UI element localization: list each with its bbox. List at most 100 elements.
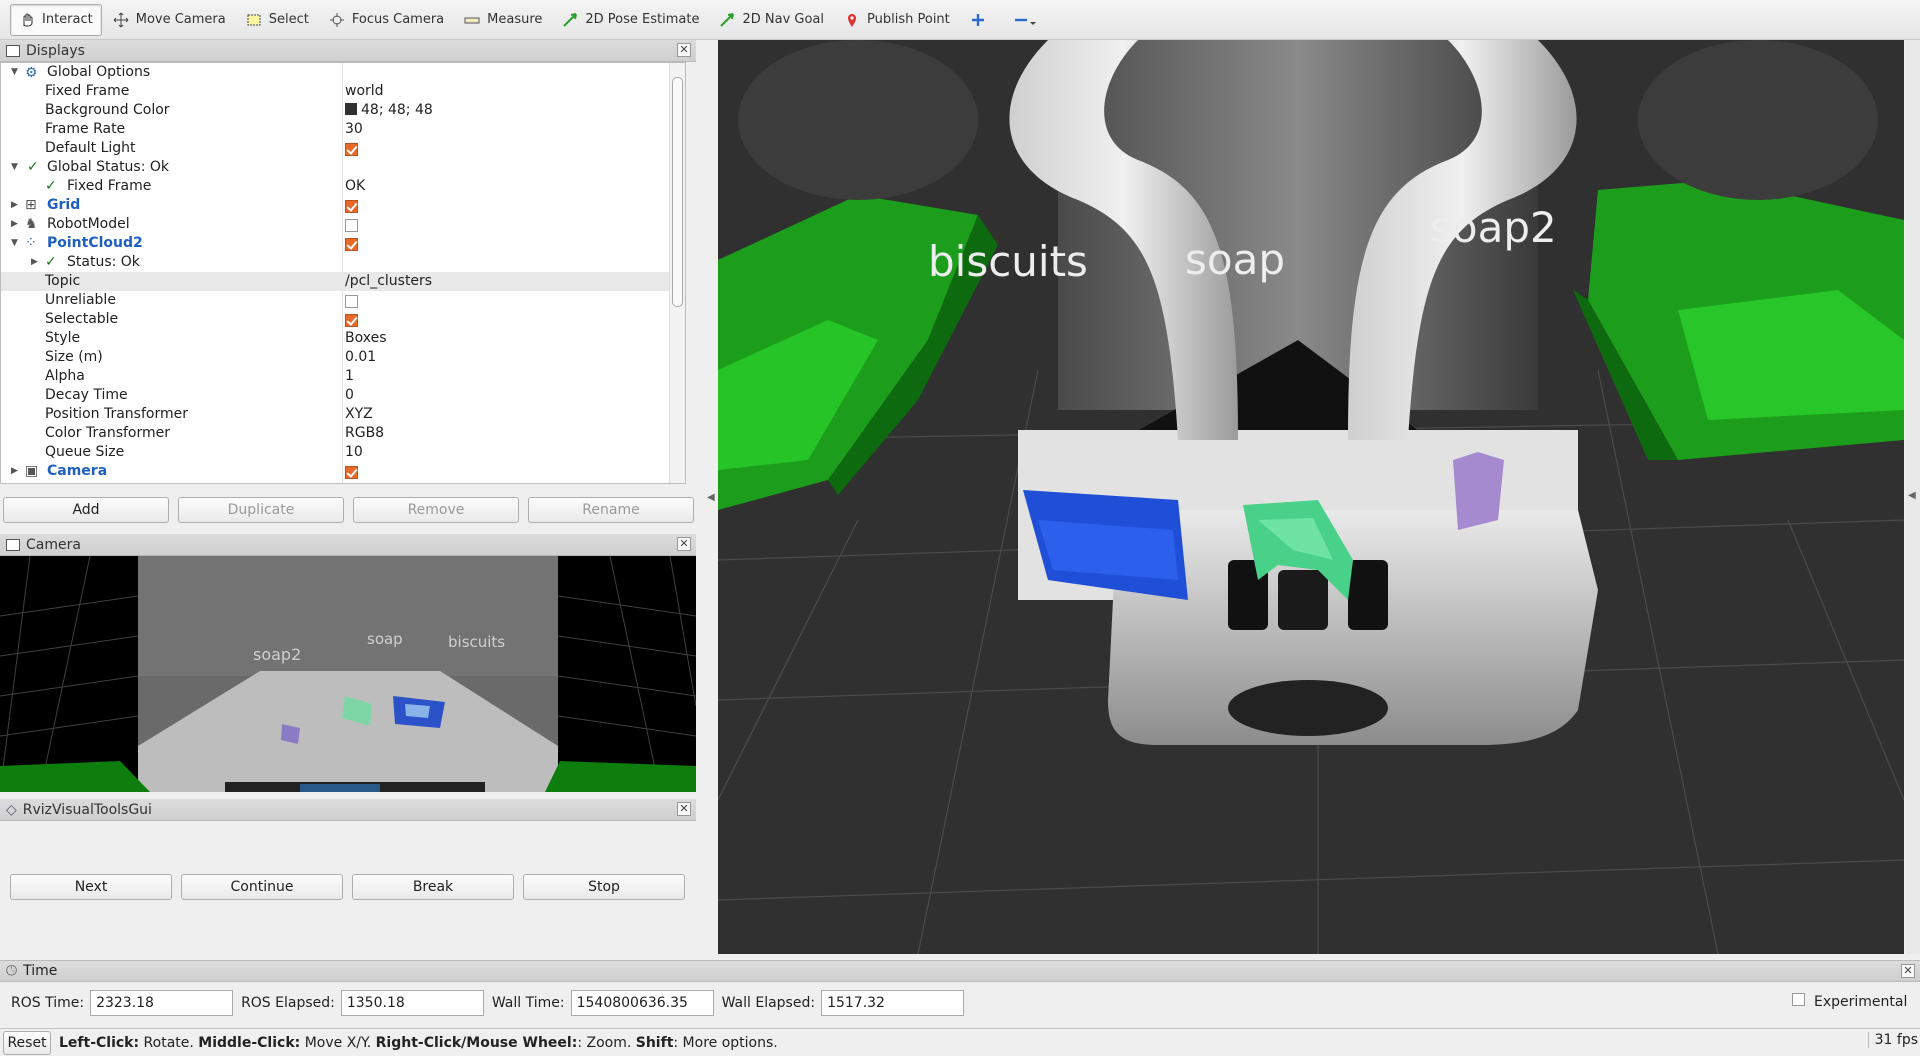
camera-icon — [6, 538, 20, 551]
right-splitter[interactable]: ◀ — [1906, 40, 1920, 954]
displays-scrollbar[interactable] — [669, 63, 685, 483]
displays-tree: ▼ ⚙ Global Options Fixed Frame world Bac… — [0, 62, 686, 484]
fps-counter: 31 fps — [1867, 1032, 1918, 1048]
tree-row-fixed-frame[interactable]: Fixed Frame world — [1, 82, 671, 101]
select-tool[interactable]: Select — [237, 4, 318, 36]
unreliable-checkbox[interactable] — [345, 294, 358, 308]
wall-time-field[interactable]: 1540800636.35 — [570, 990, 714, 1016]
collapse-arrow-icon[interactable]: ▶ — [11, 462, 18, 481]
3d-viewport[interactable]: biscuits soap soap2 — [718, 40, 1904, 954]
tree-row-queue-size[interactable]: Queue Size 10 — [1, 443, 671, 462]
duplicate-button[interactable]: Duplicate — [178, 497, 344, 523]
camera-label-soap2: soap2 — [253, 645, 301, 664]
tree-row-decay-time[interactable]: Decay Time 0 — [1, 386, 671, 405]
purple-cluster-soap2 — [1453, 452, 1504, 530]
rename-button[interactable]: Rename — [528, 497, 694, 523]
expand-arrow-icon[interactable]: ▼ — [11, 158, 18, 177]
move-camera-tool[interactable]: Move Camera — [104, 4, 235, 36]
time-fields: ROS Time: 2323.18 ROS Elapsed: 1350.18 W… — [0, 986, 1920, 1020]
focus-camera-tool[interactable]: Focus Camera — [320, 4, 453, 36]
rviz-window: Interact Move Camera Select Focus Camera… — [0, 0, 1920, 1056]
tree-row-camera[interactable]: ▶ ▣ Camera — [1, 462, 671, 481]
grid-checkbox[interactable] — [345, 199, 358, 213]
tree-row-pointcloud2[interactable]: ▼ ⁘ PointCloud2 — [1, 234, 671, 253]
camera-checkbox[interactable] — [345, 465, 358, 479]
tree-row-background-color[interactable]: Background Color 48; 48; 48 — [1, 101, 671, 120]
ros-time-field[interactable]: 2323.18 — [90, 990, 234, 1016]
label-soap2: soap2 — [1430, 203, 1557, 252]
pointcloud2-checkbox[interactable] — [345, 237, 358, 251]
tree-row-frame-rate[interactable]: Frame Rate 30 — [1, 120, 671, 139]
color-swatch — [345, 103, 357, 115]
camera-label-soap: soap — [367, 630, 403, 648]
add-button[interactable]: Add — [3, 497, 169, 523]
tree-row-unreliable[interactable]: Unreliable — [1, 291, 671, 310]
tree-row-robotmodel[interactable]: ▶ ♞ RobotModel — [1, 215, 671, 234]
collapse-arrow-icon[interactable]: ▶ — [11, 215, 18, 234]
remove-tool-menu[interactable] — [1004, 4, 1045, 36]
color-value[interactable]: 48; 48; 48 — [345, 101, 433, 120]
scrollbar-thumb[interactable] — [672, 77, 683, 307]
splitter-left-arrow-icon[interactable]: ◀ — [1908, 490, 1916, 501]
map-pin-icon — [844, 12, 862, 28]
tree-row-style[interactable]: Style Boxes — [1, 329, 671, 348]
close-icon[interactable]: ✕ — [1901, 964, 1915, 978]
status-hint: Left-Click: Rotate. Middle-Click: Move X… — [59, 1034, 778, 1051]
tree-row-global-options[interactable]: ▼ ⚙ Global Options — [1, 63, 671, 82]
monitor-icon — [6, 44, 20, 57]
close-icon[interactable]: ✕ — [677, 43, 691, 57]
reset-button[interactable]: Reset — [3, 1030, 51, 1055]
green-arrow-icon — [562, 12, 580, 28]
tree-row-global-status[interactable]: ▼ ✓ Global Status: Ok — [1, 158, 671, 177]
interact-tool[interactable]: Interact — [10, 3, 102, 36]
tree-row-color-transformer[interactable]: Color Transformer RGB8 — [1, 424, 671, 443]
tree-row-grid[interactable]: ▶ ⊞ Grid — [1, 196, 671, 215]
camera-label-biscuits: biscuits — [448, 633, 505, 651]
pose-estimate-tool[interactable]: 2D Pose Estimate — [553, 4, 708, 36]
tree-row-default-light[interactable]: Default Light — [1, 139, 671, 158]
ruler-icon — [464, 12, 482, 28]
tree-row-pointcloud-status[interactable]: ▶ ✓ Status: Ok — [1, 253, 671, 272]
green-arrow-icon — [719, 12, 737, 28]
break-button[interactable]: Break — [352, 874, 514, 900]
robotmodel-checkbox[interactable] — [345, 218, 358, 232]
tree-row-size[interactable]: Size (m) 0.01 — [1, 348, 671, 367]
collapse-arrow-icon[interactable]: ▶ — [11, 196, 18, 215]
tree-row-topic[interactable]: Topic /pcl_clusters — [1, 272, 671, 291]
label-biscuits: biscuits — [928, 237, 1088, 286]
left-shoulder — [738, 40, 978, 200]
experimental-checkbox[interactable] — [1792, 993, 1805, 1006]
next-button[interactable]: Next — [10, 874, 172, 900]
camera-image-view[interactable]: soap2 soap biscuits — [0, 556, 696, 792]
tree-row-selectable[interactable]: Selectable — [1, 310, 671, 329]
toolbar: Interact Move Camera Select Focus Camera… — [0, 0, 1920, 40]
selectable-checkbox[interactable] — [345, 313, 358, 327]
gear-icon: ⚙ — [25, 65, 38, 81]
close-icon[interactable]: ✕ — [677, 802, 691, 816]
continue-button[interactable]: Continue — [181, 874, 343, 900]
remove-button[interactable]: Remove — [353, 497, 519, 523]
base-vent — [1228, 680, 1388, 736]
camera-scene: soap2 soap biscuits — [0, 556, 696, 792]
default-light-checkbox[interactable] — [345, 142, 358, 156]
expand-arrow-icon[interactable]: ▼ — [11, 63, 18, 82]
add-tool-button[interactable] — [961, 4, 1002, 36]
grid-icon: ⊞ — [25, 197, 37, 213]
measure-tool[interactable]: Measure — [455, 4, 551, 36]
splitter-left-arrow-icon[interactable]: ◀ — [707, 492, 715, 503]
close-icon[interactable]: ✕ — [677, 537, 691, 551]
displays-panel-header: Displays ✕ — [0, 40, 696, 62]
right-shoulder — [1638, 40, 1878, 200]
nav-goal-tool[interactable]: 2D Nav Goal — [710, 4, 833, 36]
tree-row-alpha[interactable]: Alpha 1 — [1, 367, 671, 386]
publish-point-tool[interactable]: Publish Point — [835, 4, 959, 36]
tree-row-position-transformer[interactable]: Position Transformer XYZ — [1, 405, 671, 424]
stop-button[interactable]: Stop — [523, 874, 685, 900]
tree-row-fixed-frame-status[interactable]: ✓ Fixed Frame OK — [1, 177, 671, 196]
ros-elapsed-field[interactable]: 1350.18 — [340, 990, 484, 1016]
wall-elapsed-field[interactable]: 1517.32 — [821, 990, 965, 1016]
collapse-arrow-icon[interactable]: ▶ — [31, 253, 38, 272]
expand-arrow-icon[interactable]: ▼ — [11, 234, 18, 253]
minus-dropdown-icon — [1013, 12, 1036, 28]
move-camera-icon — [113, 12, 131, 28]
